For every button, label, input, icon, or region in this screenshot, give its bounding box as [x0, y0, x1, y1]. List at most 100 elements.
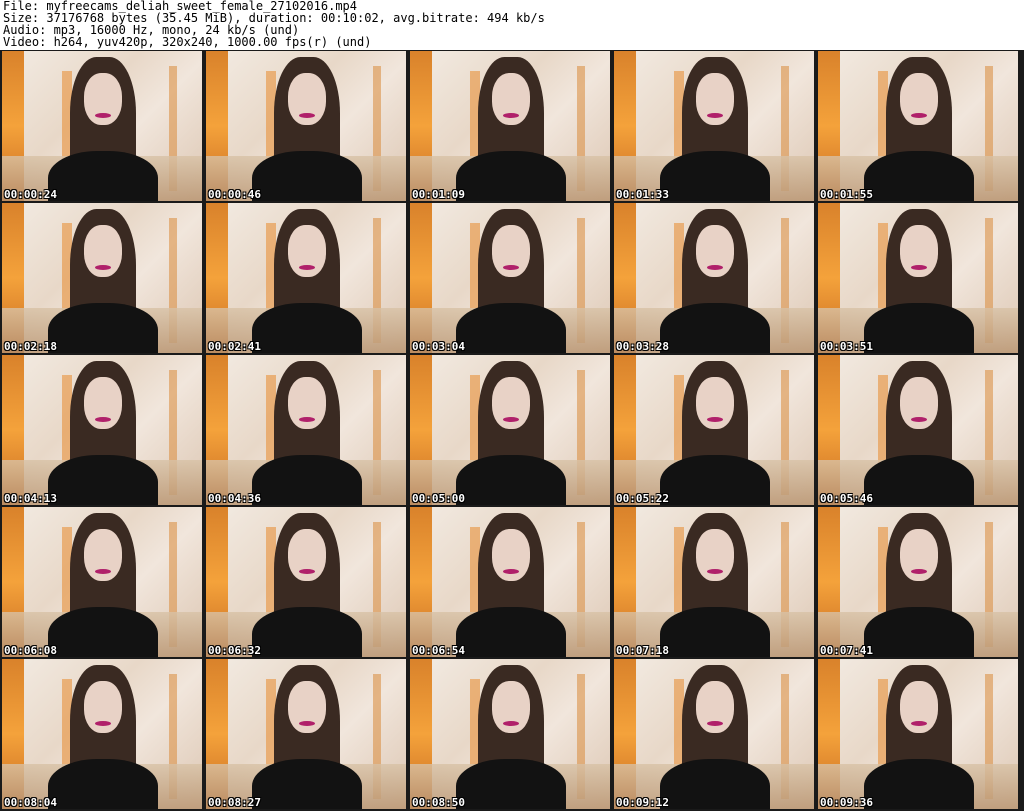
thumbnail: 00:00:46	[206, 51, 406, 201]
timestamp-label: 00:04:13	[4, 492, 57, 505]
thumbnail: 00:05:00	[410, 355, 610, 505]
timestamp-label: 00:09:12	[616, 796, 669, 809]
thumbnail: 00:06:32	[206, 507, 406, 657]
thumbnail-lips	[95, 721, 111, 726]
timestamp-label: 00:06:32	[208, 644, 261, 657]
timestamp-label: 00:08:27	[208, 796, 261, 809]
thumbnail-body	[660, 607, 770, 657]
thumbnail-lips	[95, 113, 111, 118]
thumbnail-lips	[299, 417, 315, 422]
thumbnail: 00:06:54	[410, 507, 610, 657]
timestamp-label: 00:07:41	[820, 644, 873, 657]
timestamp-label: 00:05:46	[820, 492, 873, 505]
timestamp-label: 00:02:18	[4, 340, 57, 353]
thumbnail-body	[660, 303, 770, 353]
thumbnail: 00:02:41	[206, 203, 406, 353]
thumbnail-lips	[503, 569, 519, 574]
thumbnail-body	[48, 607, 158, 657]
thumbnail: 00:06:08	[2, 507, 202, 657]
thumbnail-body	[252, 455, 362, 505]
thumbnail: 00:09:12	[614, 659, 814, 809]
timestamp-label: 00:03:28	[616, 340, 669, 353]
thumbnail-body	[48, 455, 158, 505]
thumbnail-lips	[299, 113, 315, 118]
thumbnail-body	[864, 303, 974, 353]
thumbnail-lips	[503, 721, 519, 726]
thumbnail-lips	[503, 265, 519, 270]
thumbnail-body	[48, 151, 158, 201]
timestamp-label: 00:08:50	[412, 796, 465, 809]
thumbnail-body	[48, 303, 158, 353]
thumbnail: 00:03:51	[818, 203, 1018, 353]
thumbnail-body	[864, 455, 974, 505]
timestamp-label: 00:05:00	[412, 492, 465, 505]
thumbnail-lips	[299, 265, 315, 270]
thumbnail: 00:05:46	[818, 355, 1018, 505]
thumbnail-lips	[503, 417, 519, 422]
thumbnail-lips	[299, 721, 315, 726]
thumbnail: 00:01:09	[410, 51, 610, 201]
timestamp-label: 00:00:46	[208, 188, 261, 201]
thumbnail-lips	[299, 569, 315, 574]
timestamp-label: 00:01:09	[412, 188, 465, 201]
timestamp-label: 00:06:54	[412, 644, 465, 657]
timestamp-label: 00:03:51	[820, 340, 873, 353]
thumbnail: 00:08:27	[206, 659, 406, 809]
timestamp-label: 00:08:04	[4, 796, 57, 809]
thumbnail-body	[456, 303, 566, 353]
info-header: File: myfreecams_deliah_sweet_female_271…	[0, 0, 1024, 50]
timestamp-label: 00:09:36	[820, 796, 873, 809]
thumbnail-lips	[95, 265, 111, 270]
thumbnail-lips	[707, 417, 723, 422]
thumbnail-lips	[911, 265, 927, 270]
thumbnail-lips	[911, 113, 927, 118]
thumbnail-lips	[911, 721, 927, 726]
thumbnail-lips	[95, 569, 111, 574]
thumbnail: 00:02:18	[2, 203, 202, 353]
thumbnail-body	[252, 759, 362, 809]
thumbnail-lips	[503, 113, 519, 118]
thumbnail-body	[456, 455, 566, 505]
thumbnail-body	[456, 151, 566, 201]
thumbnail: 00:08:04	[2, 659, 202, 809]
thumbnail-body	[456, 759, 566, 809]
thumbnail: 00:04:36	[206, 355, 406, 505]
thumbnail-lips	[707, 721, 723, 726]
thumbnail-body	[660, 151, 770, 201]
timestamp-label: 00:03:04	[412, 340, 465, 353]
thumbnail: 00:07:41	[818, 507, 1018, 657]
thumbnail-lips	[911, 569, 927, 574]
thumbnail: 00:00:24	[2, 51, 202, 201]
timestamp-label: 00:00:24	[4, 188, 57, 201]
thumbnail: 00:07:18	[614, 507, 814, 657]
thumbnail: 00:04:13	[2, 355, 202, 505]
thumbnail-lips	[707, 265, 723, 270]
thumbnail-body	[252, 151, 362, 201]
timestamp-label: 00:01:33	[616, 188, 669, 201]
thumbnail-lips	[911, 417, 927, 422]
thumbnail-body	[456, 607, 566, 657]
thumbnail-grid: 00:00:24 00:00:46 00:01:09 00:01:33 00:01:55…	[0, 50, 1024, 811]
thumbnail-body	[864, 607, 974, 657]
thumbnail-lips	[95, 417, 111, 422]
thumbnail: 00:05:22	[614, 355, 814, 505]
timestamp-label: 00:02:41	[208, 340, 261, 353]
thumbnail-lips	[707, 113, 723, 118]
video-line: Video: h264, yuv420p, 320x240, 1000.00 f…	[3, 35, 372, 49]
thumbnail-body	[252, 303, 362, 353]
thumbnail: 00:09:36	[818, 659, 1018, 809]
thumbnail: 00:03:28	[614, 203, 814, 353]
thumbnail-body	[864, 151, 974, 201]
thumbnail: 00:01:33	[614, 51, 814, 201]
timestamp-label: 00:07:18	[616, 644, 669, 657]
thumbnail-body	[252, 607, 362, 657]
thumbnail: 00:03:04	[410, 203, 610, 353]
timestamp-label: 00:01:55	[820, 188, 873, 201]
thumbnail-body	[48, 759, 158, 809]
timestamp-label: 00:06:08	[4, 644, 57, 657]
thumbnail-body	[660, 759, 770, 809]
timestamp-label: 00:04:36	[208, 492, 261, 505]
thumbnail-body	[864, 759, 974, 809]
thumbnail-lips	[707, 569, 723, 574]
thumbnail: 00:01:55	[818, 51, 1018, 201]
